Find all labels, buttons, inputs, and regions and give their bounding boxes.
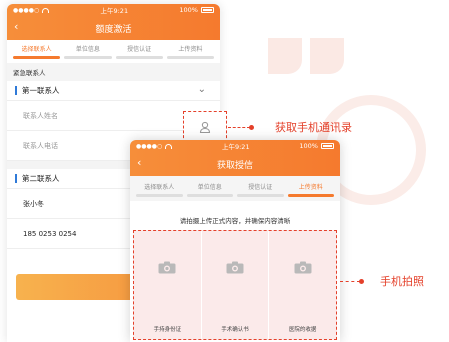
nav-bar: ‹ 获取授信 <box>130 152 340 176</box>
step-label: 选择联系人 <box>144 184 175 191</box>
photo-slot-hospital-receipt[interactable]: 医院的收据 <box>269 231 336 339</box>
chevron-left-icon[interactable]: ‹ <box>137 156 141 169</box>
photo-slot-surgery-confirm[interactable]: 手术确认书 <box>202 231 270 339</box>
step-bar <box>136 194 183 197</box>
contact-book-button[interactable] <box>183 111 227 143</box>
step-label: 授信认证 <box>248 184 273 191</box>
step-label: 上传资料 <box>178 46 203 53</box>
status-bar: ●●●●○ 上午9:21 100% <box>7 4 220 16</box>
callout-line-photo <box>340 281 360 282</box>
battery-icon <box>320 143 334 149</box>
decor-quote-block-2 <box>310 38 344 74</box>
camera-icon <box>294 261 312 274</box>
wifi-icon <box>42 7 50 13</box>
battery-indicator: 100% <box>179 6 214 14</box>
photo-slot-id-card[interactable]: 手持身份证 <box>134 231 202 339</box>
step-work-info[interactable]: 单位信息 <box>62 44 113 63</box>
step-label: 单位信息 <box>197 184 222 191</box>
header: ●●●●○ 上午9:21 100% ‹ 额度激活 <box>7 4 220 40</box>
battery-text: 100% <box>179 6 198 14</box>
step-bar <box>64 56 112 59</box>
page-title: 获取授信 <box>216 160 253 171</box>
upload-notice: 请拍摄上传正式内容，并确保内容清晰 <box>179 217 291 225</box>
signal-indicator: ●●●●○ <box>136 143 173 150</box>
page-title: 额度激活 <box>95 24 132 35</box>
section-marker <box>15 174 17 183</box>
step-label: 上传资料 <box>298 184 323 191</box>
camera-icon <box>226 261 244 274</box>
status-time: 上午9:21 <box>221 143 250 151</box>
step-upload-docs[interactable]: 上传资料 <box>165 44 216 63</box>
step-work-info[interactable]: 单位信息 <box>185 182 236 201</box>
callout-label-photo: 手机拍照 <box>380 275 424 288</box>
callout-dot-photo <box>359 279 364 284</box>
step-label: 授信认证 <box>127 46 152 53</box>
contact2-title: 第二联系人 <box>22 174 60 183</box>
step-bar <box>13 56 61 59</box>
section-marker <box>15 86 17 95</box>
contact1-header[interactable]: 第一联系人 ⌄ <box>7 81 220 101</box>
photo-caption: 手术确认书 <box>221 327 249 333</box>
step-select-contact[interactable]: 选择联系人 <box>11 44 62 63</box>
battery-icon <box>200 7 214 13</box>
stage: ●●●●○ 上午9:21 100% ‹ 额度激活 选择联系人 单位信息 授信认证… <box>0 0 449 342</box>
decor-quote-block-1 <box>268 38 302 74</box>
step-tabs: 选择联系人 单位信息 授信认证 上传资料 <box>130 176 340 201</box>
battery-indicator: 100% <box>299 142 334 150</box>
step-bar <box>115 56 163 59</box>
wifi-icon <box>165 143 173 149</box>
step-credit-auth[interactable]: 授信认证 <box>235 182 286 201</box>
step-bar <box>237 194 284 197</box>
status-time: 上午9:21 <box>100 7 129 15</box>
step-upload-docs[interactable]: 上传资料 <box>286 182 337 201</box>
camera-icon <box>158 261 176 274</box>
chevron-left-icon[interactable]: ‹ <box>14 20 18 33</box>
callout-line-contacts <box>228 127 250 128</box>
contact1-title: 第一联系人 <box>22 86 60 95</box>
photo-caption: 手持身份证 <box>153 327 182 333</box>
nav-bar: ‹ 额度激活 <box>7 16 220 40</box>
callout-label-contacts: 获取手机通讯录 <box>275 121 352 134</box>
battery-text: 100% <box>299 142 318 150</box>
step-label: 单位信息 <box>75 46 100 53</box>
status-bar: ●●●●○ 上午9:21 100% <box>130 140 340 152</box>
phone-credit-acquisition: ●●●●○ 上午9:21 100% ‹ 获取授信 选择联系人 单位信息 授信认证… <box>130 140 340 342</box>
chevron-down-icon[interactable]: ⌄ <box>198 84 206 95</box>
photo-upload-area: 手持身份证 手术确认书 医院的收据 <box>133 230 337 340</box>
section-title-emergency: 紧急联系人 <box>7 63 220 81</box>
signal-indicator: ●●●●○ <box>13 7 50 14</box>
step-tabs: 选择联系人 单位信息 授信认证 上传资料 <box>7 40 220 63</box>
photo-caption: 医院的收据 <box>288 327 317 333</box>
step-bar <box>166 56 214 59</box>
step-credit-auth[interactable]: 授信认证 <box>114 44 165 63</box>
header: ●●●●○ 上午9:21 100% ‹ 获取授信 <box>130 140 340 176</box>
step-label: 选择联系人 <box>21 46 52 53</box>
contact-book-icon <box>199 121 211 134</box>
step-select-contact[interactable]: 选择联系人 <box>134 182 185 201</box>
step-bar <box>186 194 233 197</box>
step-bar <box>287 194 334 197</box>
callout-dot-contacts <box>249 125 254 130</box>
